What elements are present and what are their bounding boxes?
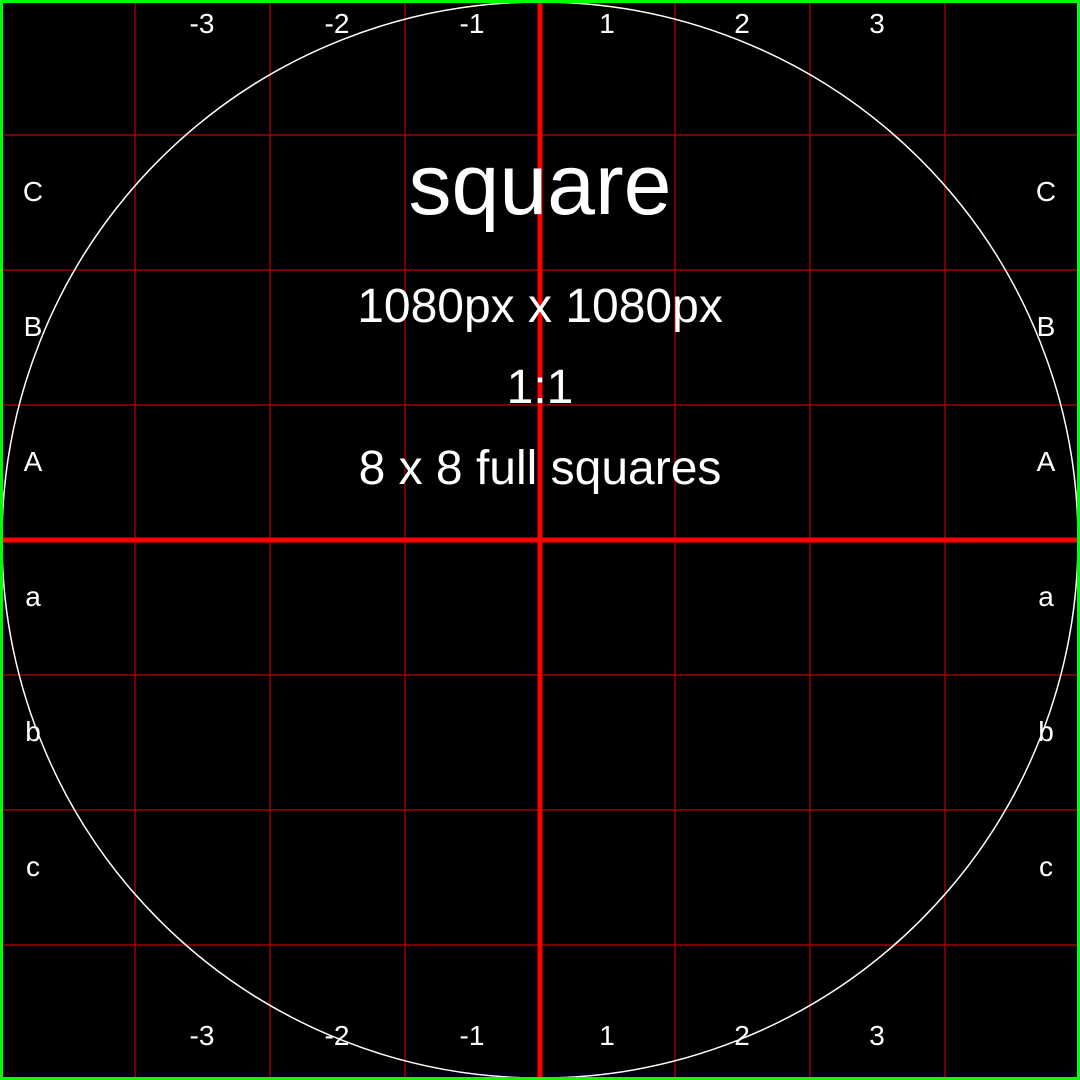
row-label-right: C: [1036, 176, 1056, 207]
column-label-top: -1: [460, 8, 485, 39]
column-label-top: 3: [869, 8, 885, 39]
column-label-bottom: -1: [460, 1020, 485, 1051]
column-label-bottom: 3: [869, 1020, 885, 1051]
row-label-left: B: [24, 311, 43, 342]
title: square: [409, 137, 672, 233]
column-label-bottom: -2: [325, 1020, 350, 1051]
row-label-left: A: [24, 446, 43, 477]
column-label-top: 2: [734, 8, 750, 39]
squares-label: 8 x 8 full squares: [359, 442, 722, 495]
column-label-top: -3: [190, 8, 215, 39]
column-label-top: -2: [325, 8, 350, 39]
row-label-left: C: [23, 176, 43, 207]
row-label-left: c: [26, 851, 40, 882]
dimensions-label: 1080px x 1080px: [357, 280, 723, 333]
row-label-left: a: [25, 581, 41, 612]
row-label-right: c: [1039, 851, 1053, 882]
column-label-bottom: 2: [734, 1020, 750, 1051]
column-label-bottom: -3: [190, 1020, 215, 1051]
row-label-left: b: [25, 716, 41, 747]
row-label-right: A: [1037, 446, 1056, 477]
ratio-label: 1:1: [507, 361, 574, 414]
column-label-top: 1: [599, 8, 615, 39]
row-label-right: a: [1038, 581, 1054, 612]
row-label-right: B: [1037, 311, 1056, 342]
column-label-bottom: 1: [599, 1020, 615, 1051]
test-pattern-canvas: square 1080px x 1080px 1:1 8 x 8 full sq…: [0, 0, 1080, 1080]
row-label-right: b: [1038, 716, 1054, 747]
